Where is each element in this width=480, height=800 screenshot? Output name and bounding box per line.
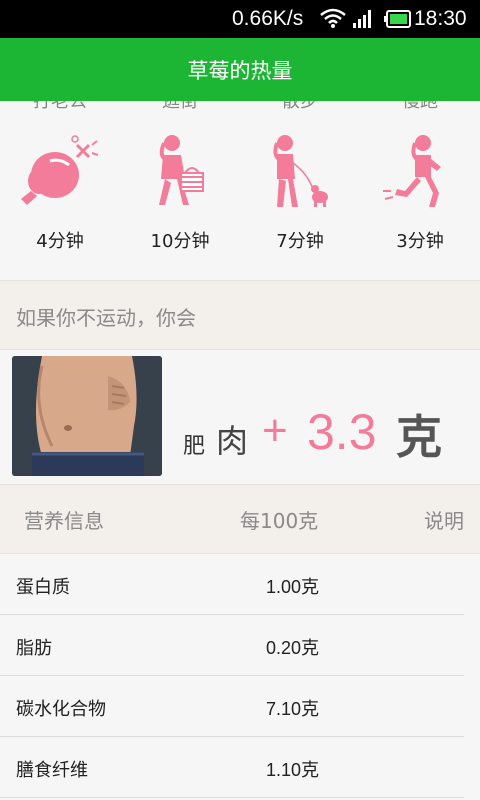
no-exercise-header: 如果你不运动，你会	[0, 281, 480, 349]
fat-label-big: 肉	[216, 422, 249, 460]
nutrient-name: 蛋白质	[16, 577, 70, 598]
wifi-icon	[320, 8, 346, 32]
exercise-label: 逛街	[162, 101, 198, 112]
battery-icon	[384, 9, 412, 33]
nutrient-value: 1.10克	[266, 760, 320, 780]
nutrient-name: 碳水化合物	[16, 699, 106, 720]
jogging-icon	[360, 133, 480, 213]
exercise-labels-cut: 打老公 逛街 散步 慢跑	[0, 101, 480, 112]
nutrition-row: 膳食纤维 1.10克	[0, 737, 480, 798]
exercise-label: 散步	[282, 101, 318, 112]
title-bar: 草莓的热量	[0, 38, 480, 101]
no-exercise-heading: 如果你不运动，你会	[16, 306, 196, 330]
nutrient-name: 膳食纤维	[16, 760, 88, 781]
nutrition-row: 脂肪 0.20克	[0, 615, 480, 676]
fat-gain-value: 3.3	[307, 404, 377, 460]
shopping-woman-icon	[120, 133, 240, 213]
nutrient-value: 7.10克	[266, 699, 320, 719]
status-bar: 0.66K/s 18:30	[0, 0, 480, 38]
nutrient-value: 1.00克	[266, 577, 320, 597]
signal-icon	[352, 9, 374, 33]
walking-dog-icon	[240, 133, 360, 213]
nutrition-col-note: 说明	[424, 509, 464, 533]
fat-plus: +	[262, 406, 288, 455]
fat-gain-unit: 克	[396, 410, 442, 464]
exercise-duration: 4分钟	[36, 231, 84, 252]
nutrient-value: 0.20克	[266, 638, 320, 658]
exercise-duration: 3分钟	[396, 231, 444, 252]
nutrition-header: 营养信息 每100克 说明	[0, 485, 480, 553]
network-speed: 0.66K/s	[232, 7, 304, 30]
nutrition-col-name: 营养信息	[24, 509, 104, 533]
nutrition-row: 碳水化合物 7.10克	[0, 676, 480, 737]
exercise-label: 慢跑	[402, 101, 438, 112]
nutrient-name: 脂肪	[16, 638, 52, 659]
belly-photo	[12, 356, 162, 476]
exercise-label: 打老公	[33, 101, 87, 112]
page-title: 草莓的热量	[187, 58, 293, 83]
content-scroll[interactable]: 打老公 逛街 散步 慢跑 4分钟 10分钟 7分钟 3分钟 如果你不运动，你会 …	[0, 101, 480, 800]
exercise-item-shopping[interactable]: 10分钟	[120, 123, 240, 283]
nutrition-row: 蛋白质 1.00克	[0, 554, 480, 615]
nutrition-col-per100: 每100克	[240, 509, 319, 533]
exercise-duration: 7分钟	[276, 231, 324, 252]
exercise-item-walking[interactable]: 7分钟	[240, 123, 360, 283]
exercise-item-boxing[interactable]: 4分钟	[0, 123, 120, 283]
clock: 18:30	[414, 7, 467, 30]
exercise-item-jogging[interactable]: 3分钟	[360, 123, 480, 283]
fat-label-small: 肥	[183, 434, 206, 459]
exercise-duration: 10分钟	[150, 231, 210, 252]
row-divider	[0, 797, 464, 798]
boxing-glove-icon	[0, 133, 120, 213]
